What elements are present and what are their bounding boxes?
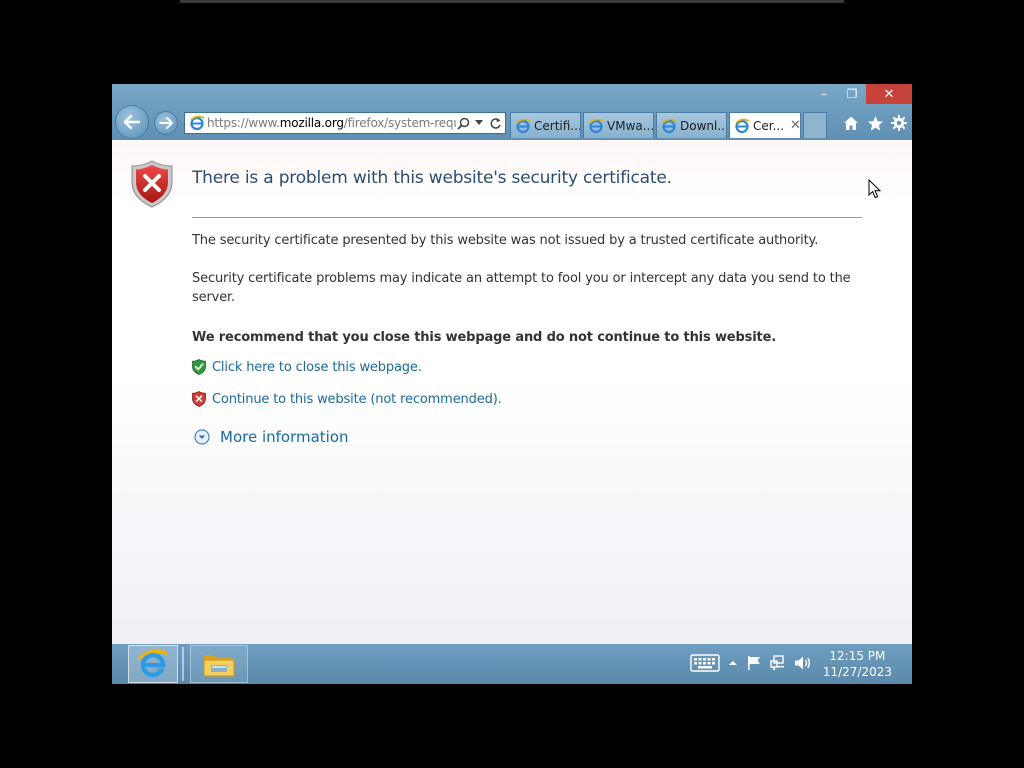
- tab-vmware[interactable]: VMwa...: [583, 112, 654, 138]
- address-bar[interactable]: https://www.mozilla.org/firefox/system-r…: [184, 112, 506, 134]
- gear-icon[interactable]: [890, 114, 908, 132]
- folder-icon: [203, 655, 235, 677]
- red-shield-x-icon: [192, 391, 206, 407]
- search-icon[interactable]: [456, 115, 470, 131]
- more-information-label: More information: [220, 428, 349, 446]
- internet-explorer-icon: [138, 649, 168, 678]
- address-text[interactable]: https://www.mozilla.org/firefox/system-r…: [207, 116, 456, 130]
- taskbar-separator: [182, 647, 184, 681]
- clock-date: 11/27/2023: [822, 665, 892, 679]
- arrow-right-icon: [159, 117, 173, 129]
- network-icon[interactable]: [770, 655, 786, 671]
- ie-page-icon: [187, 113, 207, 133]
- ie-tab-icon: [734, 117, 750, 135]
- clock-time: 12:15 PM: [829, 649, 886, 663]
- tab-label: Cer...: [753, 118, 785, 133]
- system-tray: [690, 654, 812, 672]
- page-title: There is a problem with this website's s…: [192, 168, 672, 188]
- minimize-button[interactable]: –: [810, 84, 838, 104]
- tab-downloads[interactable]: Downl...: [656, 112, 727, 138]
- favorites-star-icon[interactable]: [866, 114, 884, 132]
- recommendation-text: We recommend that you close this webpage…: [192, 330, 777, 345]
- tab-certificate[interactable]: Certifi...: [510, 112, 581, 138]
- window-caption-buttons: – ❐ ✕: [810, 84, 912, 104]
- browser-chrome: – ❐ ✕ https://www.mozilla.org/firefox/sy…: [112, 84, 912, 140]
- ie-tab-icon: [588, 117, 604, 135]
- chevron-down-circle-icon: [194, 429, 210, 445]
- back-button[interactable]: [115, 105, 149, 139]
- action-center-flag-icon[interactable]: [746, 655, 762, 671]
- dropdown-arrow-icon[interactable]: [472, 115, 486, 131]
- tab-certificate-error-active[interactable]: Cer... ✕: [729, 112, 801, 138]
- home-icon[interactable]: [842, 114, 860, 132]
- more-information-toggle[interactable]: More information: [194, 428, 349, 446]
- untrusted-authority-text: The security certificate presented by th…: [192, 233, 819, 248]
- taskbar-file-explorer[interactable]: [190, 645, 248, 683]
- keyboard-icon[interactable]: [690, 654, 720, 672]
- tab-close-icon[interactable]: ✕: [790, 118, 800, 133]
- top-edge-bar: [180, 0, 844, 3]
- address-icons: [456, 115, 505, 131]
- close-webpage-link-row[interactable]: Click here to close this webpage.: [192, 359, 422, 375]
- url-domain: mozilla.org: [279, 116, 344, 130]
- taskbar: 12:15 PM 11/27/2023: [112, 644, 912, 684]
- close-window-button[interactable]: ✕: [866, 84, 912, 104]
- green-shield-check-icon: [192, 359, 206, 375]
- security-warning-text: Security certificate problems may indica…: [192, 271, 851, 305]
- forward-button[interactable]: [154, 111, 178, 135]
- url-prefix: https://www.: [207, 116, 280, 130]
- close-webpage-link[interactable]: Click here to close this webpage.: [212, 360, 422, 375]
- new-tab-button[interactable]: [803, 112, 827, 138]
- ie-tab-icon: [661, 117, 677, 135]
- divider: [192, 217, 862, 218]
- continue-link-row[interactable]: Continue to this website (not recommende…: [192, 391, 502, 407]
- chevron-up-icon[interactable]: [728, 659, 738, 667]
- taskbar-internet-explorer[interactable]: [128, 645, 178, 683]
- continue-to-website-link[interactable]: Continue to this website (not recommende…: [212, 392, 502, 407]
- refresh-icon[interactable]: [488, 115, 502, 131]
- page-content: There is a problem with this website's s…: [112, 140, 912, 644]
- screen: – ❐ ✕ https://www.mozilla.org/firefox/sy…: [112, 84, 912, 684]
- url-path: /firefox/system-requi: [343, 116, 456, 130]
- tab-strip: Certifi... VMwa... Downl... Cer... ✕: [510, 112, 827, 138]
- taskbar-clock[interactable]: 12:15 PM 11/27/2023: [823, 648, 892, 680]
- toolbar-icons: [842, 114, 908, 132]
- ie-tab-icon: [515, 117, 531, 135]
- error-shield-icon: [131, 160, 173, 208]
- tab-label: Downl...: [680, 118, 727, 133]
- tab-label: VMwa...: [607, 118, 654, 133]
- arrow-left-icon: [123, 114, 141, 130]
- volume-icon[interactable]: [794, 655, 812, 671]
- restore-button[interactable]: ❐: [838, 84, 866, 104]
- tab-label: Certifi...: [534, 118, 581, 133]
- mouse-cursor-icon: [868, 179, 882, 199]
